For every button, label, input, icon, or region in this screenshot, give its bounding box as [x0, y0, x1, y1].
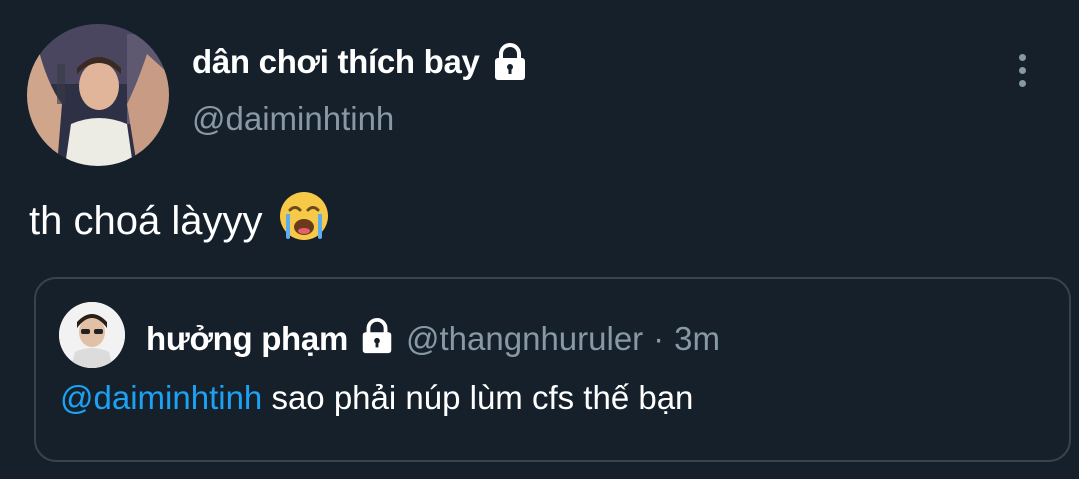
tweet-text: th choá làyyy	[29, 198, 263, 243]
quoted-author-row: hưởng phạm @thangnhuruler · 3m	[146, 317, 720, 360]
more-vertical-icon-dot	[1018, 66, 1026, 74]
more-options-button[interactable]	[1006, 50, 1038, 90]
author-handle[interactable]: @daiminhtinh	[192, 100, 394, 138]
quoted-tweet[interactable]: hưởng phạm @thangnhuruler · 3m @daiminht…	[34, 277, 1071, 462]
avatar-photo	[59, 302, 125, 368]
author-display-name[interactable]: dân chơi thích bay	[192, 43, 480, 81]
quoted-author-handle[interactable]: @thangnhuruler	[406, 320, 643, 358]
tweet-body: th choá làyyy	[29, 190, 330, 252]
lock-icon	[358, 317, 396, 360]
quoted-author-avatar[interactable]	[59, 302, 125, 368]
quoted-author-display-name[interactable]: hưởng phạm	[146, 320, 348, 358]
mention-link[interactable]: @daiminhtinh	[60, 379, 262, 416]
loudly-crying-face-icon	[278, 190, 330, 252]
separator-dot: ·	[653, 319, 665, 357]
quoted-timestamp[interactable]: 3m	[674, 320, 720, 358]
author-name-row: dân chơi thích bay	[192, 42, 530, 82]
more-vertical-icon	[1018, 53, 1026, 61]
quoted-tweet-text: @daiminhtinh sao phải núp lùm cfs thế bạ…	[60, 379, 693, 417]
lock-icon	[490, 42, 530, 82]
author-avatar[interactable]	[27, 24, 169, 166]
avatar-photo	[27, 24, 169, 166]
more-vertical-icon-dot	[1018, 79, 1026, 87]
quoted-text-body: sao phải núp lùm cfs thế bạn	[271, 379, 694, 416]
tweet[interactable]: dân chơi thích bay @daiminhtinh th choá …	[0, 0, 1079, 479]
